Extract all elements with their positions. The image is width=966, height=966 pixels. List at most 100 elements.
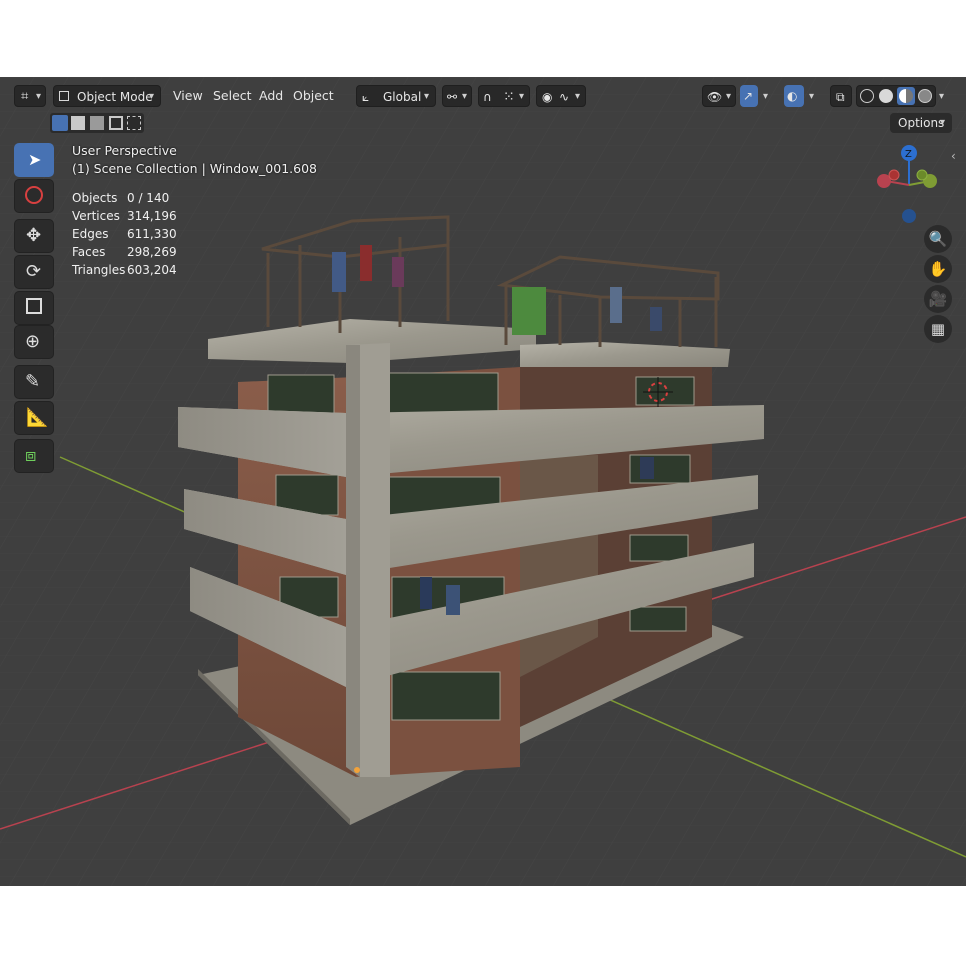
gizmo-neg-z-axis[interactable] [902, 209, 916, 223]
stat-value: 611,330 [127, 227, 177, 241]
visibility-dropdown[interactable]: 👁 ▾ [702, 85, 736, 107]
gizmo-toggle-button[interactable]: ↗ [740, 85, 758, 107]
proportional-editing-controls[interactable]: ◉ ∿ ▾ [536, 85, 586, 107]
proportional-editing-icon: ◉ [542, 90, 553, 104]
blender-3d-viewport-area: ⌗ ▾ Object Mode ▾ View Select Add Object… [0, 77, 966, 886]
material-shading-button[interactable] [897, 87, 915, 105]
chevron-down-icon: ▾ [462, 91, 468, 102]
camera-view-button[interactable]: 🎥 [924, 285, 952, 313]
orientation-label: Global [383, 90, 422, 104]
add-cube-icon: ⧈ [25, 445, 37, 466]
view-perspective-label: User Perspective [72, 143, 177, 158]
stat-label: Objects [72, 191, 118, 205]
zoom-magnifier-icon: 🔍 [928, 230, 948, 248]
annotate-pencil-icon: ✎ [25, 371, 41, 392]
rotate-tool[interactable]: ⟳ [14, 255, 54, 289]
snap-grid-icon: ⁙ [503, 89, 515, 105]
selection-mode-group [50, 113, 144, 133]
shading-mode-group [856, 85, 936, 107]
chevron-down-icon: ▾ [575, 91, 581, 102]
3d-cursor-icon [25, 186, 43, 204]
perspective-toggle-button[interactable]: ▦ [924, 315, 952, 343]
active-object-label: (1) Scene Collection | Window_001.608 [72, 161, 317, 176]
select-extend-icon[interactable] [71, 116, 85, 130]
pan-button[interactable]: ✋ [924, 255, 952, 283]
select-intersect-icon[interactable] [127, 116, 141, 130]
origin-point [354, 767, 360, 773]
menu-object[interactable]: Object [293, 85, 334, 107]
stat-label: Vertices [72, 209, 120, 223]
chevron-down-icon: ▾ [940, 117, 946, 128]
gizmo-neg-x-axis[interactable] [888, 169, 900, 181]
gizmo-z-label: Z [905, 149, 912, 160]
options-label: Options [898, 116, 945, 130]
measure-tool[interactable]: 📐 [14, 401, 54, 435]
water-tank [512, 287, 546, 335]
eye-icon: 👁 [707, 90, 723, 104]
zoom-button[interactable]: 🔍 [924, 225, 952, 253]
move-icon: ✥ [26, 225, 42, 246]
chevron-down-icon: ▾ [149, 91, 155, 102]
axes-icon: ⌗ [21, 89, 29, 104]
camera-icon: 🎥 [928, 290, 948, 308]
overlays-toggle-button[interactable]: ◐ [784, 85, 804, 107]
editor-type-button[interactable]: ⌗ ▾ [14, 85, 46, 107]
menu-view[interactable]: View [173, 85, 203, 107]
shading-chevron-down-icon[interactable]: ▾ [939, 91, 944, 102]
gizmo-icon: ↗ [743, 89, 754, 103]
orientation-icon: ⟀ [362, 90, 370, 104]
stat-value: 603,204 [127, 263, 177, 277]
cursor-tool[interactable] [14, 179, 54, 213]
snapping-controls[interactable]: ∩ ⁙ ▾ [478, 85, 530, 107]
measure-ruler-icon: 📐 [26, 407, 49, 428]
falloff-curve-icon: ∿ [559, 90, 570, 104]
select-new-icon[interactable] [52, 115, 68, 131]
pivot-point-dropdown[interactable]: ⚯ ▾ [442, 85, 472, 107]
3d-viewport[interactable]: ⌗ ▾ Object Mode ▾ View Select Add Object… [0, 77, 966, 886]
mode-label: Object Mode [77, 90, 153, 104]
select-invert-icon[interactable] [109, 116, 123, 130]
navigation-gizmo[interactable]: Z [870, 141, 948, 225]
grid-perspective-icon: ▦ [930, 320, 946, 338]
magnet-icon: ∩ [483, 90, 492, 104]
stat-label: Faces [72, 245, 106, 259]
menu-add[interactable]: Add [259, 85, 283, 107]
stat-label: Edges [72, 227, 109, 241]
add-cube-tool[interactable]: ⧈ [14, 439, 54, 473]
stat-value: 298,269 [127, 245, 177, 259]
chevron-down-icon: ▾ [36, 91, 42, 102]
gizmo-chevron-down-icon[interactable]: ▾ [763, 91, 768, 102]
xray-icon: ⧉ [836, 90, 845, 104]
select-box-tool[interactable]: ➤ [14, 143, 54, 177]
annotate-tool[interactable]: ✎ [14, 365, 54, 399]
transform-orientation-dropdown[interactable]: ⟀ Global ▾ [356, 85, 436, 107]
sidebar-toggle-chevron-icon[interactable]: ‹ [951, 149, 956, 163]
scale-icon [26, 298, 42, 314]
gizmo-neg-y-axis[interactable] [916, 169, 928, 181]
viewport-header: ⌗ ▾ Object Mode ▾ View Select Add Object… [0, 77, 966, 115]
stat-label: Triangles [72, 263, 126, 277]
xray-toggle-button[interactable]: ⧉ [830, 85, 852, 107]
overlays-chevron-down-icon[interactable]: ▾ [809, 91, 814, 102]
scale-tool[interactable] [14, 291, 54, 325]
chevron-down-icon: ▾ [519, 91, 525, 102]
rotate-icon: ⟳ [26, 261, 42, 282]
chevron-down-icon: ▾ [726, 91, 732, 102]
select-subtract-icon[interactable] [90, 116, 104, 130]
object-mode-icon [59, 91, 69, 101]
transform-tool[interactable]: ⊕ [14, 325, 54, 359]
menu-select[interactable]: Select [213, 85, 252, 107]
stat-value: 314,196 [127, 209, 177, 223]
rendered-shading-icon[interactable] [918, 89, 932, 103]
mode-dropdown[interactable]: Object Mode ▾ [53, 85, 161, 107]
solid-shading-icon[interactable] [879, 89, 893, 103]
transform-icon: ⊕ [25, 331, 41, 352]
overlays-icon: ◐ [787, 89, 798, 103]
options-dropdown[interactable]: Options ▾ [890, 113, 952, 133]
wireframe-shading-icon[interactable] [860, 89, 874, 103]
pivot-icon: ⚯ [447, 90, 458, 104]
move-tool[interactable]: ✥ [14, 219, 54, 253]
hand-icon: ✋ [928, 260, 948, 278]
material-preview-icon [899, 89, 913, 103]
cursor-arrow-icon: ➤ [28, 150, 42, 169]
